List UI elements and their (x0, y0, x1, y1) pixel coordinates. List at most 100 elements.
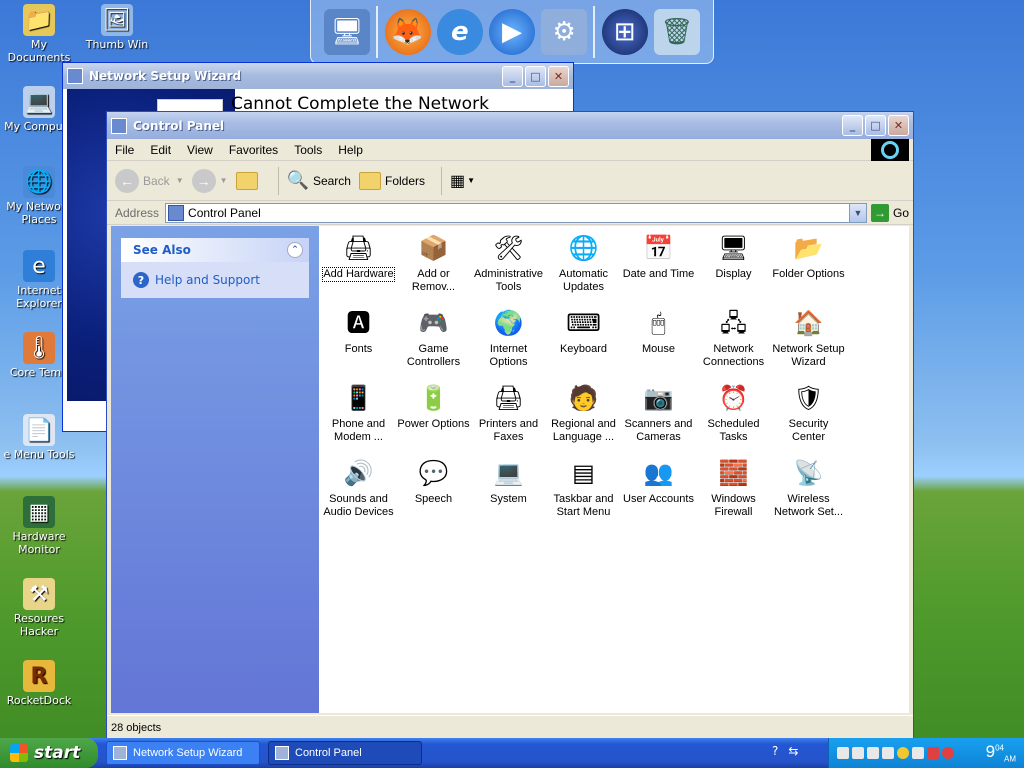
tray-icon-grid[interactable] (912, 747, 924, 759)
minimize-button[interactable]: _ (842, 115, 863, 136)
forward-button[interactable]: → ▼ (191, 168, 228, 193)
tray-icon-network[interactable] (837, 747, 849, 759)
menu-help[interactable]: Help (338, 143, 363, 157)
menu-favorites[interactable]: Favorites (229, 143, 278, 157)
desktop-icon-thumb-win[interactable]: 🖼 Thumb Win (78, 4, 156, 51)
control-panel-icon[interactable]: ⚙ (541, 8, 588, 55)
minimize-button[interactable]: _ (502, 65, 523, 87)
control-panel-item[interactable]: 🅰 Fonts (321, 303, 396, 378)
control-panel-item[interactable]: 🧑 Regional and Language ... (546, 378, 621, 453)
desktop-icon-my-documents[interactable]: 📁 My Documents (0, 4, 78, 64)
firefox-icon[interactable]: 🦊 (384, 8, 431, 55)
back-button[interactable]: ← Back ▼ (115, 168, 184, 193)
help-icon[interactable]: ? (772, 744, 778, 758)
close-button[interactable]: ✕ (548, 65, 569, 87)
views-icon: ▦ (450, 172, 466, 190)
tray-icon-smiley[interactable] (897, 747, 909, 759)
control-panel-item[interactable]: 💬 Speech (396, 453, 471, 528)
control-panel-item-label: Printers and Faxes (478, 418, 539, 443)
tray-icon-display[interactable] (852, 747, 864, 759)
windows-logo-icon (871, 139, 909, 161)
control-panel-item[interactable]: 🔋 Power Options (396, 378, 471, 453)
network-wizard-icon (67, 68, 83, 84)
go-button[interactable]: → Go (870, 203, 909, 222)
up-folder-icon (235, 171, 258, 190)
control-panel-item[interactable]: 🔊 Sounds and Audio Devices (321, 453, 396, 528)
wizard-titlebar[interactable]: Network Setup Wizard _ □ ✕ (63, 63, 573, 89)
media-player-icon[interactable]: ▶ (488, 8, 535, 55)
control-panel-item[interactable]: 📱 Phone and Modem ... (321, 378, 396, 453)
go-label: Go (892, 205, 909, 220)
search-button[interactable]: 🔍 Search (287, 170, 351, 191)
quick-icons: ? ⇆ (772, 744, 798, 758)
control-panel-item-label: Automatic Updates (559, 268, 608, 293)
control-panel-item-label: Power Options (397, 418, 470, 430)
desktop-icon-rocketdock[interactable]: R RocketDock (0, 660, 78, 707)
tray-icon-shield[interactable] (942, 747, 954, 759)
monitor-icon[interactable]: 🖥 (324, 8, 371, 55)
control-panel-item[interactable]: 🧱 Windows Firewall (696, 453, 771, 528)
up-folder-button[interactable] (235, 171, 262, 190)
start-button[interactable]: start (0, 738, 98, 768)
menu-edit[interactable]: Edit (150, 143, 171, 157)
switch-icon[interactable]: ⇆ (788, 744, 798, 758)
control-panel-window[interactable]: Control Panel _ □ ✕ File Edit View Favor… (106, 111, 914, 740)
control-panel-item[interactable]: 📂 Folder Options (771, 228, 846, 303)
address-value: Control Panel (188, 205, 261, 220)
control-panel-item[interactable]: 🎮 Game Controllers (396, 303, 471, 378)
control-panel-item[interactable]: ⏰ Scheduled Tasks (696, 378, 771, 453)
ie-icon[interactable]: e (436, 8, 483, 55)
maximize-button[interactable]: □ (525, 65, 546, 87)
control-panel-item[interactable]: 📦 Add or Remov... (396, 228, 471, 303)
control-panel-item[interactable]: 🌍 Internet Options (471, 303, 546, 378)
control-panel-item[interactable]: 🖱 Mouse (621, 303, 696, 378)
control-panel-item[interactable]: 🖨 Printers and Faxes (471, 378, 546, 453)
control-panel-item[interactable]: 💻 System (471, 453, 546, 528)
tray-icon-plus[interactable] (927, 747, 939, 759)
clock[interactable]: 904AM (986, 742, 1016, 763)
address-input[interactable]: Control Panel ▼ (165, 202, 867, 223)
menu-file[interactable]: File (115, 143, 134, 157)
desktop-icon-resource-hacker[interactable]: ⚒ Resoures Hacker (0, 578, 78, 638)
views-button[interactable]: ▦ ▼ (450, 171, 475, 191)
tray-icon-leaf[interactable] (882, 747, 894, 759)
control-panel-item[interactable]: 🛠 Administrative Tools (471, 228, 546, 303)
folders-button[interactable]: Folders (358, 171, 425, 190)
control-panel-item[interactable]: ⌨ Keyboard (546, 303, 621, 378)
control-panel-item[interactable]: 📅 Date and Time (621, 228, 696, 303)
taskbar: start Network Setup Wizard Control Panel… (0, 738, 1024, 768)
desktop-icon-hardware-monitor[interactable]: ▦ Hardware Monitor (0, 496, 78, 556)
forward-arrow-icon: → (191, 168, 216, 193)
tray-icon-tl[interactable] (867, 747, 879, 759)
taskbar-button-control-panel[interactable]: Control Panel (268, 741, 422, 765)
control-panel-item-label: Mouse (641, 343, 676, 355)
help-and-support-link[interactable]: ? Help and Support (121, 262, 309, 298)
menu-tools[interactable]: Tools (294, 143, 322, 157)
control-panel-item[interactable]: 🖧 Network Connections (696, 303, 771, 378)
see-also-header[interactable]: See Also ⌃ (121, 238, 309, 262)
close-button[interactable]: ✕ (888, 115, 909, 136)
desktop-icon-label: e Menu Tools (3, 448, 75, 461)
maximize-button[interactable]: □ (865, 115, 886, 136)
control-panel-item[interactable]: 👥 User Accounts (621, 453, 696, 528)
control-panel-item[interactable]: 📡 Wireless Network Set... (771, 453, 846, 528)
control-panel-titlebar[interactable]: Control Panel _ □ ✕ (107, 112, 913, 139)
taskbar-button-network-setup-wizard[interactable]: Network Setup Wizard (106, 741, 260, 765)
status-bar: 28 objects (107, 715, 913, 739)
control-panel-item[interactable]: 🏠 Network Setup Wizard (771, 303, 846, 378)
control-panel-item[interactable]: 🖨 Add Hardware (321, 228, 396, 303)
windows-icon[interactable]: ⊞ (601, 8, 648, 55)
thermometer-icon: 🌡 (23, 332, 55, 364)
control-panel-item[interactable]: 🌐 Automatic Updates (546, 228, 621, 303)
help-icon: ? (133, 272, 149, 288)
control-panel-item[interactable]: 🖥 Display (696, 228, 771, 303)
collapse-icon[interactable]: ⌃ (287, 242, 303, 258)
control-panel-item[interactable]: 📷 Scanners and Cameras (621, 378, 696, 453)
display-icon: 🖥 (718, 234, 749, 262)
control-panel-item-label: System (490, 493, 527, 505)
recycle-bin-icon[interactable]: 🗑 (653, 8, 700, 55)
menu-view[interactable]: View (187, 143, 213, 157)
control-panel-item[interactable]: ▤ Taskbar and Start Menu (546, 453, 621, 528)
control-panel-item[interactable]: 🛡 Security Center (771, 378, 846, 453)
chevron-down-icon[interactable]: ▼ (848, 203, 866, 222)
